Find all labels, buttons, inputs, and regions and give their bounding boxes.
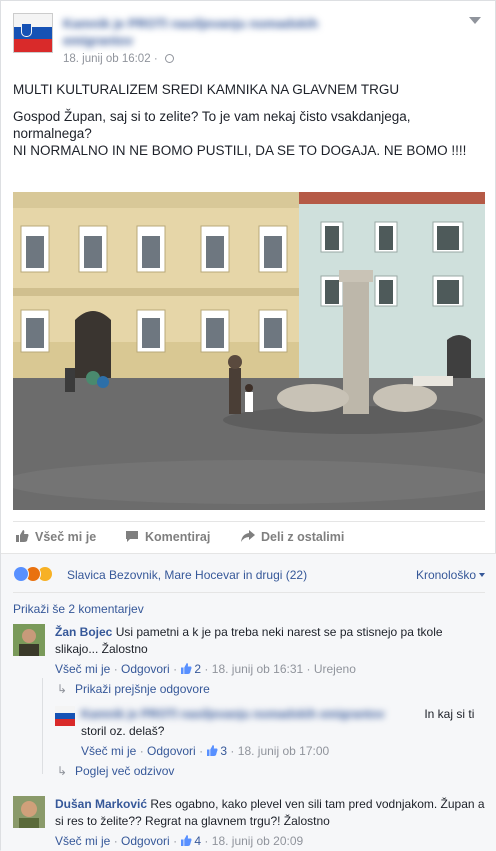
commenter-photo <box>13 624 45 656</box>
thumbs-up-count-icon <box>207 745 218 756</box>
comment-actions: Všeč mi je · Odgovori · 2 · 18. junij ob… <box>55 662 356 676</box>
show-more-comments-link[interactable]: Prikaži še 2 komentarjev <box>13 602 144 616</box>
reaction-names[interactable]: Slavica Bezovnik, Mare Hocevar in drugi … <box>67 568 307 582</box>
like-button[interactable]: Všeč mi je <box>15 530 96 544</box>
share-button[interactable]: Deli z ostalimi <box>241 530 344 544</box>
page-name[interactable]: Kamnik je PROTI nasiljevanju nomadskih e… <box>63 15 383 49</box>
flag-crest-icon <box>21 23 32 37</box>
flag-blue-stripe <box>14 26 52 40</box>
divider <box>13 592 485 593</box>
slovenian-flag-icon <box>55 706 75 726</box>
reply-like-count[interactable]: 3 <box>220 744 227 758</box>
thumbs-up-count-icon <box>181 663 192 674</box>
town-square-photo <box>13 192 485 510</box>
share-arrow-icon <box>241 530 255 542</box>
post-header: Kamnik je PROTI nasiljevanju nomadskih e… <box>13 13 483 69</box>
reply-avatar[interactable] <box>55 706 75 726</box>
comment-text: Usi pametni a k je pa treba neki narest … <box>55 625 443 656</box>
comment-like-count[interactable]: 4 <box>194 834 201 848</box>
comment-label: Komentiraj <box>145 530 211 544</box>
sort-dropdown[interactable]: Kronološko <box>416 568 485 582</box>
reply-thread-line <box>42 678 43 774</box>
post-card: Kamnik je PROTI nasiljevanju nomadskih e… <box>0 0 496 851</box>
reply-actions: Všeč mi je · Odgovori · 3 · 18. junij ob… <box>81 744 330 758</box>
comment-author[interactable]: Dušan Marković <box>55 797 147 811</box>
reply-like-link[interactable]: Všeč mi je <box>81 744 136 758</box>
reply-reply-link[interactable]: Odgovori <box>147 744 196 758</box>
comment-like-count[interactable]: 2 <box>194 662 201 676</box>
reply-arrow-icon: ↳ <box>57 682 68 696</box>
thumbs-up-icon <box>16 530 29 542</box>
reply-author[interactable]: Kamnik je PROTI nasiljevanju nomadskih e… <box>81 706 421 720</box>
dropdown-caret-icon <box>479 573 485 577</box>
comment-author[interactable]: Žan Bojec <box>55 625 112 639</box>
post-body: MULTI KULTURALIZEM SREDI KAMNIKA NA GLAV… <box>13 81 483 169</box>
thumbs-up-count-icon <box>181 835 192 846</box>
comments-section: Slavica Bezovnik, Mare Hocevar in drugi … <box>1 553 496 851</box>
comment-button[interactable]: Komentiraj <box>125 530 210 544</box>
previous-replies-label: Prikaži prejšnje odgovore <box>75 682 210 696</box>
comment-like-link[interactable]: Všeč mi je <box>55 834 110 848</box>
comment-icon <box>126 531 138 542</box>
share-label: Deli z ostalimi <box>261 530 345 544</box>
globe-icon <box>164 54 174 63</box>
reactions-row: Slavica Bezovnik, Mare Hocevar in drugi … <box>13 566 485 584</box>
commenter-avatar[interactable] <box>13 624 45 656</box>
more-replies-label: Poglej več odzivov <box>75 764 175 778</box>
post-timestamp[interactable]: 18. junij ob 16:02 <box>63 53 151 65</box>
commenter-photo <box>13 796 45 828</box>
comment-body: Dušan Marković Res ogabno, kako plevel v… <box>55 796 485 849</box>
comment-reply-link[interactable]: Odgovori <box>121 834 170 848</box>
like-label: Všeč mi je <box>35 530 97 544</box>
post-text-statement: NI NORMALNO IN NE BOMO PUSTILI, DA SE TO… <box>13 143 467 158</box>
post-action-bar: Všeč mi je Komentiraj Deli z ostalimi <box>13 521 485 553</box>
flag-white-stripe <box>14 14 52 27</box>
reply-body: Kamnik je PROTI nasiljevanju nomadskih e… <box>81 706 477 759</box>
previous-replies-link[interactable]: ↳ Prikaži prejšnje odgovore <box>57 682 210 696</box>
post-photo[interactable] <box>13 192 485 510</box>
comment-time[interactable]: 18. junij ob 20:09 <box>212 834 303 848</box>
more-replies-link[interactable]: ↳ Poglej več odzivov <box>57 764 174 778</box>
comment-reply-link[interactable]: Odgovori <box>121 662 170 676</box>
commenter-avatar[interactable] <box>13 796 45 828</box>
comment-body: Žan Bojec Usi pametni a k je pa treba ne… <box>55 624 485 677</box>
page-avatar[interactable] <box>13 13 53 53</box>
reply-arrow-icon: ↳ <box>57 764 68 778</box>
post-options-chevron-icon[interactable] <box>469 17 481 24</box>
post-text-headline: MULTI KULTURALIZEM SREDI KAMNIKA NA GLAV… <box>13 82 400 97</box>
post-text-question: Gospod Župan, saj si to zelite? To je va… <box>13 109 411 141</box>
comment-like-link[interactable]: Všeč mi je <box>55 662 110 676</box>
like-reaction-icon <box>13 566 29 582</box>
comment-edited[interactable]: Urejeno <box>314 662 356 676</box>
flag-red-stripe <box>14 39 52 52</box>
comment-actions: Všeč mi je · Odgovori · 4 · 18. junij ob… <box>55 834 304 848</box>
comment-time[interactable]: 18. junij ob 16:31 <box>212 662 303 676</box>
reply-time[interactable]: 18. junij ob 17:00 <box>238 744 329 758</box>
post-meta: 18. junij ob 16:02 · <box>63 53 174 65</box>
sort-label: Kronološko <box>415 568 476 582</box>
